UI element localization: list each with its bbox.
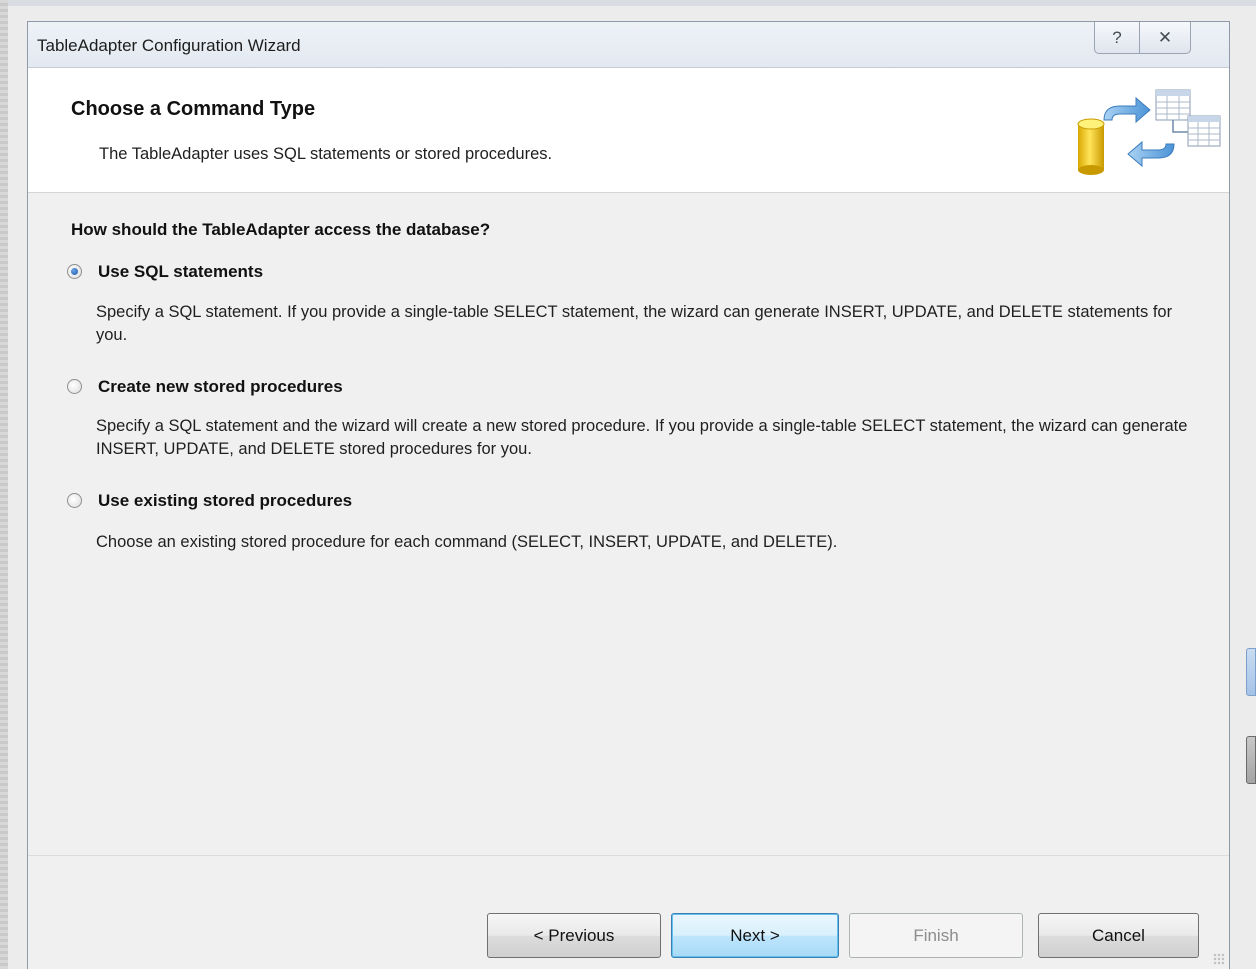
page-subtitle: The TableAdapter uses SQL statements or … [99,145,553,163]
footer-divider [28,855,1229,856]
background-window-strip [0,0,8,969]
option-description-use-sql-statements: Specify a SQL statement. If you provide … [96,303,1173,344]
cancel-button[interactable]: Cancel [1038,913,1199,958]
wizard-header: Choose a Command Type The TableAdapter u… [28,68,1229,193]
option-label-use-existing-stored-procedures[interactable]: Use existing stored procedures [98,491,352,511]
background-window-edge [0,0,1256,6]
option-label-create-new-stored-procedures[interactable]: Create new stored procedures [98,377,343,397]
access-question: How should the TableAdapter access the d… [71,220,491,239]
previous-button[interactable]: < Previous [487,913,661,958]
option-description-use-existing-stored-procedures: Choose an existing stored procedure for … [96,533,838,551]
title-bar: TableAdapter Configuration Wizard ? ✕ [28,22,1229,68]
radio-create-new-stored-procedures[interactable] [67,379,82,394]
finish-button[interactable]: Finish [849,913,1023,958]
resize-grip[interactable] [1213,953,1225,965]
radio-use-sql-statements[interactable] [67,264,82,279]
background-tab [1246,736,1256,784]
option-label-use-sql-statements[interactable]: Use SQL statements [98,262,263,282]
window-title: TableAdapter Configuration Wizard [37,36,301,55]
database-tables-icon [1077,89,1221,175]
background-tab [1246,648,1256,696]
radio-use-existing-stored-procedures[interactable] [67,493,82,508]
help-icon: ? [1112,27,1122,47]
next-button[interactable]: Next > [671,913,839,958]
page-title: Choose a Command Type [71,98,316,120]
wizard-dialog: TableAdapter Configuration Wizard ? ✕ Ch… [27,21,1230,969]
close-button[interactable]: ✕ [1140,22,1191,54]
option-description-create-new-stored-procedures: Specify a SQL statement and the wizard w… [96,417,1188,458]
help-button[interactable]: ? [1094,22,1140,54]
close-icon: ✕ [1157,27,1173,47]
